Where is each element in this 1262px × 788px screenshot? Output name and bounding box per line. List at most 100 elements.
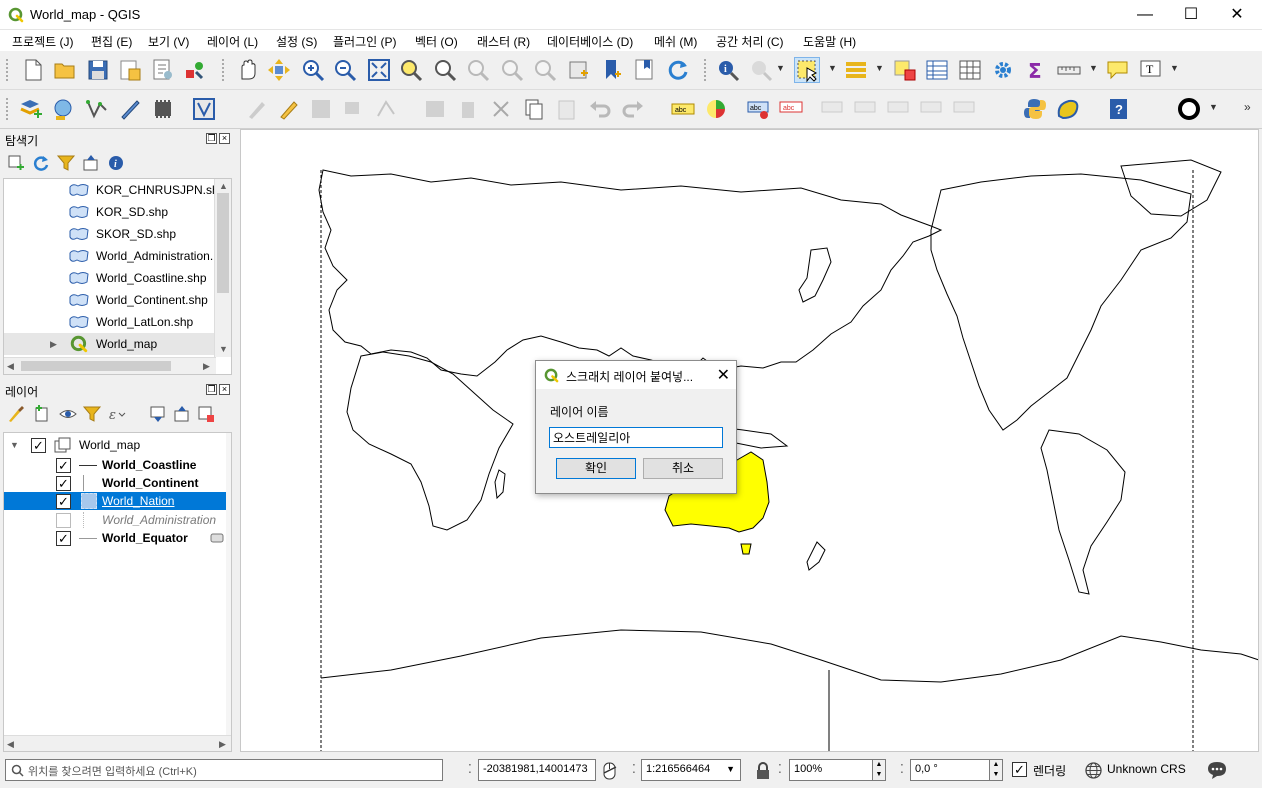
python-console-icon[interactable] <box>1022 96 1048 122</box>
render-checkbox[interactable]: ✓ <box>1012 762 1027 777</box>
layer-item[interactable]: ✓ World_Equator <box>4 529 231 547</box>
menu-edit[interactable]: 편집 (E) <box>91 33 132 50</box>
layer-checkbox[interactable]: ✓ <box>56 458 71 473</box>
collapse-arrow-icon[interactable]: ▼ <box>10 440 19 450</box>
zoom-out-icon[interactable] <box>332 57 358 83</box>
map-canvas[interactable] <box>240 129 1259 752</box>
group-checkbox[interactable]: ✓ <box>31 438 46 453</box>
text-annotation-icon[interactable]: T <box>1138 57 1164 83</box>
dialog-close-button[interactable]: ✕ <box>717 365 730 385</box>
new-bookmark-icon[interactable] <box>599 57 625 83</box>
save-as-icon[interactable] <box>117 57 143 83</box>
add-selected-layers-icon[interactable] <box>6 153 26 173</box>
filter-expression-icon[interactable]: ε <box>107 404 127 424</box>
highlight-labels-icon[interactable]: abc <box>778 96 804 122</box>
world-map[interactable] <box>241 130 1259 752</box>
menu-layer[interactable]: 레이어 (L) <box>207 33 258 50</box>
locator-search-input[interactable]: 위치를 찾으려면 입력하세요 (Ctrl+K) <box>5 759 443 781</box>
measure-icon[interactable] <box>1056 57 1082 83</box>
new-project-icon[interactable] <box>20 57 46 83</box>
expand-arrow-icon[interactable]: ▶ <box>50 339 57 350</box>
toolbox-gear-icon[interactable] <box>990 57 1016 83</box>
close-panel-icon[interactable]: × <box>219 133 230 144</box>
close-button[interactable]: ✕ <box>1214 0 1260 30</box>
current-edits-icon[interactable] <box>191 96 217 122</box>
ok-button[interactable]: 확인 <box>556 458 636 479</box>
minimize-button[interactable]: — <box>1122 0 1168 30</box>
layer-name-input[interactable] <box>549 427 723 448</box>
rotation-field[interactable]: 0,0 ° <box>910 759 990 781</box>
chevron-down-icon[interactable]: ▼ <box>726 764 735 774</box>
messages-icon[interactable] <box>1206 760 1228 780</box>
menu-view[interactable]: 보기 (V) <box>148 33 189 50</box>
chevron-down-icon[interactable]: ▼ <box>776 63 785 73</box>
coordinate-field[interactable]: -20381981,14001473 <box>478 759 596 781</box>
magnifier-spinner[interactable]: ▲ ▼ <box>872 759 886 781</box>
tasmania-highlighted[interactable] <box>740 543 752 555</box>
select-by-value-icon[interactable] <box>843 57 869 83</box>
cancel-button[interactable]: 취소 <box>643 458 723 479</box>
close-panel-icon[interactable]: × <box>219 384 230 395</box>
chevron-down-icon[interactable]: ▼ <box>1209 102 1218 112</box>
browser-item[interactable]: World_Coastline.shp <box>4 267 216 289</box>
layer-item-selected[interactable]: ✓ World_Nation <box>4 492 231 510</box>
layer-group-world-map[interactable]: ▼ ✓ World_map <box>4 436 231 454</box>
label-toolbar-icon[interactable]: abc <box>670 96 696 122</box>
browser-item-world-map[interactable]: ▶ World_map <box>4 333 216 355</box>
lock-icon[interactable] <box>754 761 772 781</box>
scale-combobox[interactable]: 1:216566464 ▼ <box>641 759 741 781</box>
gps-icon[interactable] <box>150 96 176 122</box>
layer-checkbox[interactable]: ✓ <box>56 476 71 491</box>
rotation-spinner[interactable]: ▲ ▼ <box>989 759 1003 781</box>
scroll-left-icon[interactable]: ◀ <box>7 739 14 750</box>
chevron-down-icon[interactable]: ▼ <box>875 63 884 73</box>
layer-checkbox[interactable]: ✓ <box>56 494 71 509</box>
browser-horizontal-scrollbar[interactable]: ◀ ▶ <box>4 357 216 374</box>
magnifier-field[interactable]: 100% <box>789 759 873 781</box>
menu-mesh[interactable]: 메쉬 (M) <box>654 33 697 50</box>
style-manager-icon[interactable] <box>182 57 208 83</box>
scroll-down-icon[interactable]: ▼ <box>219 344 228 354</box>
digitize-icon[interactable] <box>117 96 143 122</box>
menu-raster[interactable]: 래스터 (R) <box>477 33 530 50</box>
layer-item[interactable]: ✓ World_Coastline <box>4 456 231 474</box>
style-layer-icon[interactable] <box>6 404 26 424</box>
layer-checkbox[interactable] <box>56 513 71 528</box>
layer-checkbox[interactable]: ✓ <box>56 531 71 546</box>
pin-labels-icon[interactable]: abc <box>746 96 772 122</box>
chevron-down-icon[interactable]: ▼ <box>1170 63 1179 73</box>
toolbar-grip[interactable] <box>6 98 10 120</box>
zoom-to-selection-icon[interactable] <box>398 57 424 83</box>
add-vector-layer-icon[interactable] <box>84 96 110 122</box>
statistics-sigma-icon[interactable]: Σ <box>1023 57 1049 83</box>
menu-help[interactable]: 도움말 (H) <box>803 33 856 50</box>
menu-vector[interactable]: 벡터 (O) <box>415 33 458 50</box>
diagram-icon[interactable] <box>704 96 730 122</box>
menu-project[interactable]: 프로젝트 (J) <box>12 33 74 50</box>
menu-processing[interactable]: 공간 처리 (C) <box>716 33 784 50</box>
info-icon[interactable]: i <box>106 153 126 173</box>
zoom-full-icon[interactable] <box>366 57 392 83</box>
scroll-right-icon[interactable]: ▶ <box>203 361 210 372</box>
layer-item[interactable]: ✓ World_Continent <box>4 474 231 492</box>
refresh-icon[interactable] <box>665 57 691 83</box>
open-project-icon[interactable] <box>52 57 78 83</box>
expand-all-icon[interactable] <box>148 404 168 424</box>
more-tools-icon[interactable]: » <box>1244 100 1252 114</box>
save-project-icon[interactable] <box>85 57 111 83</box>
float-panel-icon[interactable]: ❐ <box>206 133 217 144</box>
menu-settings[interactable]: 설정 (S) <box>276 33 317 50</box>
new-map-view-icon[interactable] <box>566 57 592 83</box>
identify-icon[interactable]: i <box>715 57 741 83</box>
maximize-button[interactable]: ☐ <box>1168 0 1214 30</box>
print-layout-icon[interactable] <box>150 57 176 83</box>
pan-to-selection-icon[interactable] <box>266 57 292 83</box>
browser-item[interactable]: World_Administration. <box>4 245 216 267</box>
crs-label[interactable]: Unknown CRS <box>1107 762 1186 776</box>
collapse-all-icon[interactable] <box>81 153 101 173</box>
select-features-icon[interactable] <box>794 57 820 83</box>
attribute-table-icon[interactable] <box>924 57 950 83</box>
browser-item[interactable]: SKOR_SD.shp <box>4 223 216 245</box>
float-panel-icon[interactable]: ❐ <box>206 384 217 395</box>
mouse-pointer-icon[interactable] <box>600 761 620 781</box>
